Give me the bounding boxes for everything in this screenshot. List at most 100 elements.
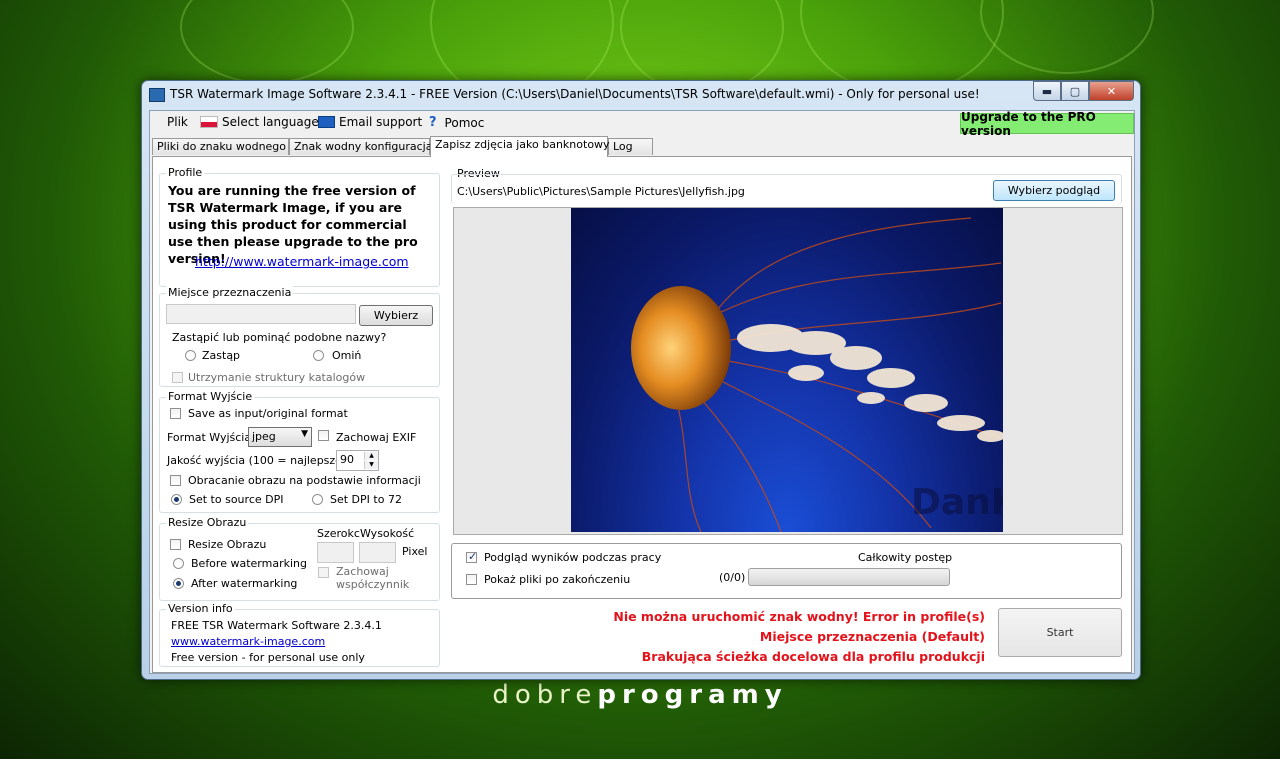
options-group: ✓ Podgląd wyników podczas pracy Pokaż pl… (451, 543, 1122, 599)
keep-ratio-line2: współczynnik (336, 578, 410, 591)
preview-results-checkbox[interactable]: ✓ (466, 550, 477, 563)
menu-help-label: Pomoc (444, 115, 485, 130)
license-line: Free version - for personal use only (171, 651, 365, 664)
close-button[interactable]: ✕ (1089, 81, 1134, 101)
height-label: Wysokość (360, 527, 415, 540)
replace-label: Zastąp (202, 349, 241, 362)
help-icon: ? (429, 115, 437, 130)
jellyfish-preview-image: DanKar.pl (571, 208, 1003, 532)
dpi72-label: Set DPI to 72 (330, 493, 402, 506)
show-files-checkbox[interactable] (466, 574, 477, 585)
keep-ratio-label: Zachowaj współczynnik (336, 565, 409, 591)
before-watermark-label: Before watermarking (191, 557, 307, 570)
menu-email-label: Email support (339, 115, 423, 129)
tab-files[interactable]: Pliki do znaku wodnego (152, 138, 289, 155)
maximize-button[interactable]: ▢ (1061, 81, 1089, 101)
tab-save-images[interactable]: Zapisz zdjęcia jako banknotowy (430, 136, 610, 157)
menu-file[interactable]: Plik (167, 115, 188, 129)
title-bar[interactable]: TSR Watermark Image Software 2.3.4.1 - F… (142, 81, 1140, 107)
dpi72-radio[interactable] (312, 494, 323, 505)
window-title: TSR Watermark Image Software 2.3.4.1 - F… (170, 87, 980, 101)
version-legend: Version info (166, 602, 235, 615)
upgrade-button[interactable]: Upgrade to the PRO version (960, 110, 1134, 138)
window-controls: ▬ ▢ ✕ (1033, 81, 1134, 101)
email-icon (318, 116, 335, 128)
destination-group: Miejsce przeznaczenia Wybierz Zastąpić l… (159, 286, 440, 387)
skip-label: Omiń (332, 349, 362, 362)
resize-legend: Resize Obrazu (166, 516, 249, 529)
total-progress-bar (748, 568, 950, 586)
after-watermark-label: After watermarking (191, 577, 298, 590)
menu-email[interactable]: Email support (318, 115, 422, 129)
spin-down-icon[interactable]: ▼ (364, 461, 378, 469)
keep-exif-checkbox[interactable] (318, 430, 329, 441)
tab-watermark-config[interactable]: Znak wodny konfiguracja (289, 138, 432, 155)
logo-part-programy: programy (597, 680, 788, 710)
dobreprogramy-logo: dobreprogramy (0, 680, 1280, 710)
menu-language[interactable]: Select language (200, 115, 319, 129)
menu-bar: Plik Select language Email support ? Pom… (150, 110, 1134, 138)
version-line: FREE TSR Watermark Software 2.3.4.1 (171, 619, 382, 632)
app-window: TSR Watermark Image Software 2.3.4.1 - F… (141, 80, 1141, 680)
choose-preview-button[interactable]: Wybierz podgląd (993, 180, 1115, 201)
output-format-group: Format Wyjście Save as input/original fo… (159, 390, 440, 513)
rotate-checkbox[interactable] (170, 475, 181, 486)
keep-ratio-checkbox[interactable] (318, 567, 329, 578)
destination-path-input[interactable] (166, 304, 356, 324)
tab-panel: Profile You are running the free version… (152, 156, 1132, 673)
watermark-text: DanKar.pl (911, 482, 1003, 523)
after-watermark-radio[interactable] (173, 578, 184, 589)
replace-radio[interactable] (185, 350, 196, 361)
preview-area: DanKar.pl (453, 207, 1123, 535)
start-button[interactable]: Start (998, 608, 1122, 657)
source-dpi-radio[interactable] (171, 494, 182, 505)
before-watermark-radio[interactable] (173, 558, 184, 569)
profile-legend: Profile (166, 166, 205, 179)
quality-value: 90 (340, 453, 354, 466)
keep-structure-label: Utrzymanie struktury katalogów (188, 371, 366, 384)
preview-results-label: Podgląd wyników podczas pracy (484, 551, 662, 564)
spin-up-icon[interactable]: ▲ (364, 452, 378, 460)
width-input[interactable] (317, 542, 354, 563)
wallpaper-swirl (180, 0, 354, 84)
error-line-1: Nie można uruchomić znak wodny! Error in… (613, 609, 985, 624)
resize-label: Resize Obrazu (188, 538, 267, 551)
error-line-3: Brakująca ścieżka docelowa dla profilu p… (641, 649, 985, 664)
minimize-button[interactable]: ▬ (1033, 81, 1061, 101)
quality-spinner[interactable]: 90 ▲ ▼ (336, 450, 379, 471)
app-icon (149, 88, 165, 102)
logo-part-dobre: dobre (492, 680, 598, 710)
pixel-label: Pixel (402, 545, 428, 558)
client-area: Plik Select language Email support ? Pom… (149, 110, 1135, 674)
resize-group: Resize Obrazu Resize Obrazu Before water… (159, 516, 440, 601)
output-format-legend: Format Wyjście (166, 390, 255, 403)
error-line-2: Miejsce przeznaczenia (Default) (759, 629, 985, 644)
menu-file-label: Plik (167, 115, 188, 129)
destination-legend: Miejsce przeznaczenia (166, 286, 294, 299)
resize-checkbox[interactable] (170, 539, 181, 550)
version-website-link[interactable]: www.watermark-image.com (171, 635, 325, 648)
output-format-select[interactable]: jpeg ▼ (248, 427, 312, 447)
progress-count: (0/0) (719, 571, 746, 584)
keep-structure-checkbox[interactable] (172, 372, 183, 383)
menu-help[interactable]: ? Pomoc (429, 115, 484, 130)
tab-log[interactable]: Log (608, 138, 653, 155)
show-files-label: Pokaż pliki po zakończeniu (484, 573, 631, 586)
rotate-label: Obracanie obrazu na podstawie informacji (188, 474, 421, 487)
preview-path: C:\Users\Public\Pictures\Sample Pictures… (457, 185, 745, 198)
save-as-input-checkbox[interactable] (170, 408, 181, 419)
keep-ratio-line1: Zachowaj (336, 565, 389, 578)
website-link[interactable]: http://www.watermark-image.com (195, 254, 409, 269)
skip-radio[interactable] (313, 350, 324, 361)
polish-flag-icon (200, 116, 218, 128)
browse-destination-button[interactable]: Wybierz (359, 305, 433, 326)
save-as-input-label: Save as input/original format (188, 407, 348, 420)
output-format-value: jpeg (252, 430, 276, 443)
wallpaper-swirl (980, 0, 1154, 74)
menu-language-label: Select language (222, 115, 319, 129)
dropdown-arrow-icon: ▼ (301, 429, 308, 439)
height-input[interactable] (359, 542, 396, 563)
quality-label: Jakość wyjścia (100 = najlepsze) (167, 454, 347, 467)
output-format-label: Format Wyjścia (167, 431, 252, 444)
version-group: Version info FREE TSR Watermark Software… (159, 602, 440, 667)
